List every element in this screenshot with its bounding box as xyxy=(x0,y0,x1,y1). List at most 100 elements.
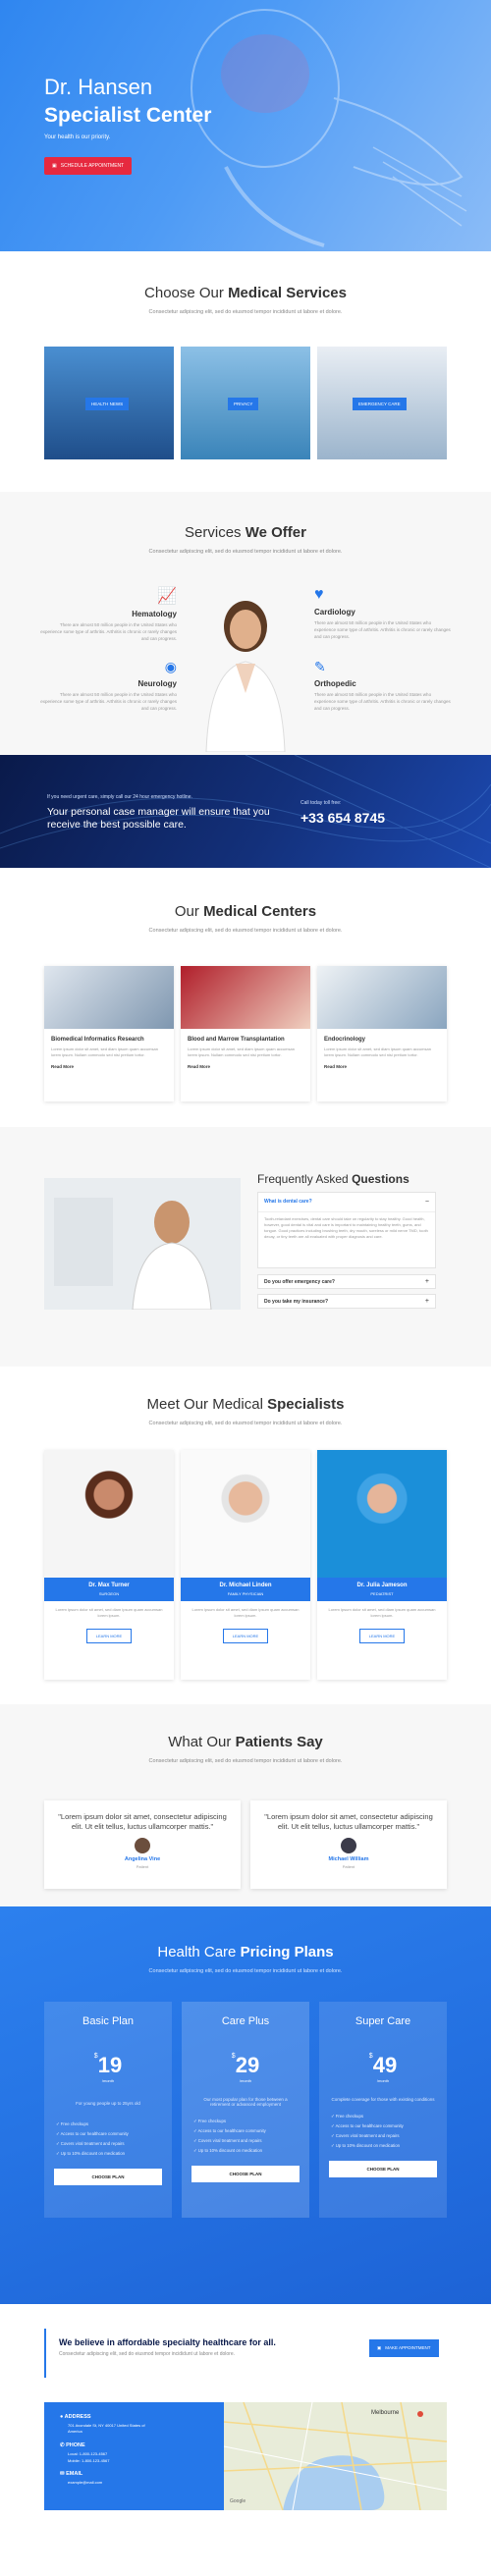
center-card[interactable]: Biomedical Informatics Research Lorem ip… xyxy=(44,966,174,1101)
plan-desc: Our most popular plan for those between … xyxy=(203,2097,288,2107)
service-badge: HEALTH NEWS xyxy=(85,398,130,410)
service-image-card[interactable]: EMERGENCY CARE xyxy=(317,347,447,459)
medical-services-section: Choose Our Medical Services Consectetur … xyxy=(0,251,491,492)
plan-feature: ✓ Access to our healthcare community xyxy=(193,2128,266,2133)
schedule-appointment-button[interactable]: ▣ SCHEDULE APPOINTMENT xyxy=(44,157,133,175)
specialist-text: Lorem ipsum dolor sit amet, sed diam ips… xyxy=(191,1607,300,1618)
doctor-photo xyxy=(191,585,300,752)
specialist-card: Dr. Julia Jameson PEDIATRIST Lorem ipsum… xyxy=(317,1450,447,1680)
calendar-icon: ▣ xyxy=(52,163,57,169)
map-city-label: Melbourne xyxy=(371,2410,400,2416)
emergency-phone[interactable]: +33 654 8745 xyxy=(300,810,385,826)
specialist-photo xyxy=(44,1450,174,1578)
avatar xyxy=(341,1838,356,1853)
avatar xyxy=(135,1838,150,1853)
email-block: ✉ EMAIL example@mail.com xyxy=(60,2471,208,2485)
testimonial-role: Patient xyxy=(136,1864,149,1869)
faq-item-open[interactable]: What is dental care? − Tooth-retardant e… xyxy=(257,1192,436,1268)
pricing-plan-care-plus: Care Plus $29 /month Our most popular pl… xyxy=(182,2002,309,2218)
learn-more-button[interactable]: LEARN MORE xyxy=(223,1629,268,1643)
testimonials-section: What Our Patients Say Consectetur adipis… xyxy=(0,1704,491,1906)
cta-subtitle: Consectetur adipiscing elit, sed do eius… xyxy=(59,2351,235,2357)
faq-question: What is dental care? xyxy=(264,1199,312,1205)
offer-title: Services We Offer xyxy=(185,524,306,541)
hero-section: Dr. Hansen Specialist Center Your health… xyxy=(0,0,491,251)
faq-item[interactable]: Do you take my insurance? + xyxy=(257,1294,436,1309)
calendar-icon: ▣ xyxy=(377,2345,382,2350)
plan-period: /month xyxy=(101,2078,115,2083)
plan-feature: ✓ Covers viral treatment and repairs xyxy=(193,2138,262,2143)
specialist-photo xyxy=(181,1450,310,1578)
centers-subtitle: Consectetur adipiscing elit, sed do eius… xyxy=(148,928,343,934)
read-more-link[interactable]: Read More xyxy=(44,1058,174,1075)
testimonials-title: What Our Patients Say xyxy=(168,1734,323,1750)
plan-feature: ✓ Free checkups xyxy=(193,2119,226,2123)
plan-price: 29 xyxy=(235,2053,260,2077)
specialist-card: Dr. Michael Linden FAMILY PHYSICIAN Lore… xyxy=(181,1450,310,1680)
plan-feature: ✓ Up to 10% discount on medication xyxy=(56,2151,126,2156)
faq-title: Frequently Asked Questions xyxy=(257,1172,409,1186)
schedule-appointment-label: SCHEDULE APPOINTMENT xyxy=(60,163,125,169)
address-block: ● ADDRESS 701 Avondale St, NY 40017 Unit… xyxy=(60,2414,208,2435)
specialist-name: Dr. Michael Linden xyxy=(219,1583,272,1588)
medical-centers-section: Our Medical Centers Consectetur adipisci… xyxy=(0,868,491,1127)
offer-subtitle: Consectetur adipiscing elit, sed do eius… xyxy=(148,549,343,555)
center-title: Blood and Marrow Transplantation xyxy=(188,1037,285,1043)
specialists-subtitle: Consectetur adipiscing elit, sed do eius… xyxy=(148,1421,343,1426)
heart-pulse-icon: ♥ xyxy=(314,586,324,603)
specialist-text: Lorem ipsum dolor sit amet, sed diam ips… xyxy=(328,1607,436,1618)
service-image-card[interactable]: PRIVACY xyxy=(181,347,310,459)
learn-more-button[interactable]: LEARN MORE xyxy=(359,1629,405,1643)
service-badge: PRIVACY xyxy=(228,398,259,410)
pricing-plan-basic: Basic Plan $19 /month For young people u… xyxy=(44,2002,172,2218)
emergency-banner: If you need urgent care, simply call our… xyxy=(0,755,491,868)
choose-plan-button[interactable]: CHOOSE PLAN xyxy=(329,2161,437,2177)
brain-icon: ◉ xyxy=(164,659,177,674)
read-more-link[interactable]: Read More xyxy=(181,1058,310,1075)
pricing-plan-super-care: Super Care $49 /month Complete coverage … xyxy=(319,2002,447,2218)
center-card[interactable]: Endocrinology Lorem ipsum dolor sit amet… xyxy=(317,966,447,1101)
chart-line-icon: 📈 xyxy=(157,588,177,605)
testimonial-card: "Lorem ipsum dolor sit amet, consectetur… xyxy=(44,1800,241,1889)
make-appointment-button[interactable]: ▣ MAKE APPOINTMENT xyxy=(369,2339,439,2357)
emergency-small-text: If you need urgent care, simply call our… xyxy=(47,794,192,800)
choose-plan-button[interactable]: CHOOSE PLAN xyxy=(191,2166,300,2182)
choose-plan-button[interactable]: CHOOSE PLAN xyxy=(54,2169,162,2185)
testimonial-card: "Lorem ipsum dolor sit amet, consectetur… xyxy=(250,1800,447,1889)
center-card[interactable]: Blood and Marrow Transplantation Lorem i… xyxy=(181,966,310,1101)
faq-question: Do you offer emergency care? xyxy=(264,1278,335,1285)
faq-answer: Tooth-retardant exercises, dental care s… xyxy=(258,1211,435,1244)
location-pin-icon: ● xyxy=(60,2414,64,2420)
plan-price: 49 xyxy=(372,2053,398,2077)
cta-headline: We believe in affordable specialty healt… xyxy=(59,2337,276,2347)
specialists-title: Meet Our Medical Specialists xyxy=(146,1396,345,1413)
plus-icon: + xyxy=(424,1298,429,1305)
emergency-headline: Your personal case manager will ensure t… xyxy=(47,806,270,831)
center-image xyxy=(181,966,310,1029)
call-label: Call today toll free: xyxy=(300,800,342,806)
service-image-card[interactable]: HEALTH NEWS xyxy=(44,347,174,459)
cta-section: We believe in affordable specialty healt… xyxy=(0,2304,491,2402)
read-more-link[interactable]: Read More xyxy=(317,1058,447,1075)
envelope-icon: ✉ xyxy=(60,2471,65,2477)
testimonial-quote: "Lorem ipsum dolor sit amet, consectetur… xyxy=(58,1812,227,1831)
center-text: Lorem ipsum dolor sit amet, sed diam ips… xyxy=(51,1046,158,1057)
make-appointment-label: MAKE APPOINTMENT xyxy=(385,2345,431,2350)
phone-mobile: Mobile: 1-800-123-4567 xyxy=(68,2458,110,2463)
learn-more-button[interactable]: LEARN MORE xyxy=(86,1629,132,1643)
specialist-text: Lorem ipsum dolor sit amet, sed diam ips… xyxy=(55,1607,163,1618)
plan-name: Super Care xyxy=(355,2015,411,2027)
map-graphic xyxy=(224,2402,447,2510)
map[interactable]: Melbourne Google xyxy=(224,2402,447,2510)
offer-item-text: There are almost 50 million people in th… xyxy=(314,692,451,711)
doctor-photo xyxy=(44,1178,241,1310)
offer-item-hematology: 📈 Hematology There are almost 50 million… xyxy=(39,586,177,642)
center-text: Lorem ipsum dolor sit amet, sed diam ips… xyxy=(324,1046,431,1057)
minus-icon: − xyxy=(424,1199,429,1206)
plan-feature: ✓ Covers viral treatment and repairs xyxy=(56,2141,125,2146)
specialist-photo xyxy=(317,1450,447,1578)
faq-item[interactable]: Do you offer emergency care? + xyxy=(257,1274,436,1289)
offer-item-title: Orthopedic xyxy=(314,679,356,688)
email-text[interactable]: example@mail.com xyxy=(68,2480,208,2485)
phone-label: PHONE xyxy=(66,2442,85,2448)
